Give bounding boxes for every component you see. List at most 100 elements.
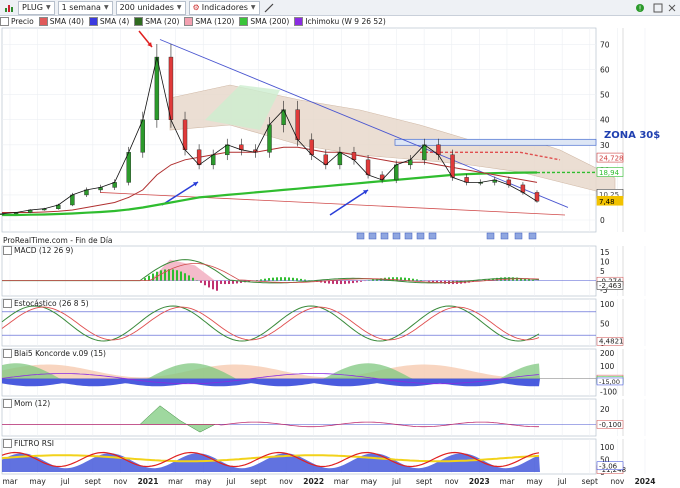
stoch-tick-label: 100 [600, 300, 615, 309]
macd-histogram-bar [352, 280, 354, 284]
rsi-tick-label: 100 [600, 443, 615, 452]
macd-tick-label: 10 [600, 258, 610, 267]
event-icon [404, 232, 413, 240]
x-tick-label: may [195, 477, 212, 486]
event-icon [380, 232, 389, 240]
macd-histogram-bar [272, 277, 274, 281]
x-tick-label: sept [416, 477, 432, 486]
macd-histogram-bar [328, 280, 330, 284]
macd-panel-title: MACD (12 26 9) [3, 246, 73, 255]
macd-histogram-bar [336, 280, 338, 285]
macd-histogram-bar [276, 277, 278, 281]
candle-body [534, 192, 540, 202]
candle-body [70, 194, 75, 206]
event-icon [500, 232, 509, 240]
x-tick-label: mar [499, 477, 515, 486]
candle-body [365, 159, 371, 176]
macd-histogram-bar [416, 279, 418, 281]
x-tick-label: 2023 [469, 477, 490, 486]
x-tick-label: jul [225, 477, 235, 486]
x-tick-label: nov [445, 477, 459, 486]
x-tick-label: sept [250, 477, 266, 486]
x-tick-label: sept [85, 477, 101, 486]
zona-rectangle [394, 138, 597, 146]
macd-histogram-bar [184, 273, 186, 281]
x-tick-label: mar [168, 477, 184, 486]
macd-histogram-bar [268, 278, 270, 281]
candle-body [267, 124, 272, 153]
stoch-title-text: Estocástico (26 8 5) [14, 299, 89, 308]
macd-histogram-bar [412, 278, 414, 281]
price-tag-label: 7,48 [599, 198, 615, 206]
koncorde-tick-label: 200 [600, 349, 615, 358]
macd-histogram-bar [356, 280, 358, 283]
price-tick-label: 0 [600, 216, 605, 225]
x-tick-label: mar [334, 477, 350, 486]
macd-histogram-bar [260, 279, 262, 281]
x-tick-label: nov [611, 477, 625, 486]
macd-histogram-bar [188, 275, 190, 281]
macd-histogram-bar [304, 279, 306, 281]
price-tag-label: 18,94 [599, 169, 620, 177]
x-tick-label: mar [3, 477, 19, 486]
macd-histogram-bar [160, 270, 162, 281]
rsi-tag-label: -3,06 [599, 462, 618, 470]
macd-histogram-bar [180, 271, 182, 281]
candle-body [168, 56, 174, 120]
macd-tick-label: 5 [600, 267, 605, 276]
macd-histogram-bar [332, 280, 334, 284]
macd-tag-label: -2,463 [599, 282, 622, 290]
macd-histogram-bar [420, 280, 422, 281]
macd-histogram-bar [212, 280, 214, 290]
price-tick-label: 40 [600, 116, 610, 125]
macd-histogram-bar [224, 280, 226, 285]
candle-body [154, 56, 160, 120]
macd-histogram-bar [288, 277, 290, 281]
macd-histogram-bar [228, 280, 230, 285]
mom-tag-label: -0,100 [599, 421, 622, 429]
macd-histogram-bar [280, 277, 282, 281]
macd-histogram-bar [176, 270, 178, 281]
macd-histogram-bar [284, 277, 286, 281]
event-icon [392, 232, 401, 240]
event-icon [514, 232, 523, 240]
macd-histogram-bar [172, 269, 174, 281]
macd-histogram-bar [532, 279, 534, 281]
macd-histogram-bar [164, 269, 166, 281]
x-tick-label: jul [60, 477, 70, 486]
macd-histogram-bar [264, 278, 266, 281]
macd-histogram-bar [300, 278, 302, 281]
macd-title-text: MACD (12 26 9) [14, 246, 74, 255]
macd-histogram-bar [232, 280, 234, 284]
koncorde-tag-label: -15,00 [599, 378, 620, 386]
macd-histogram-bar [216, 280, 218, 291]
candle-body [295, 109, 300, 140]
x-tick-label: jul [557, 477, 567, 486]
mom-panel-title: Mom (12) [3, 399, 50, 408]
candle-body [182, 119, 188, 151]
candle-body [422, 144, 427, 161]
macd-tick-label: 15 [600, 248, 610, 257]
macd-histogram-bar [428, 280, 430, 282]
stoch-panel-title: Estocástico (26 8 5) [3, 299, 89, 308]
koncorde-tick-label: -100 [600, 387, 617, 396]
x-tick-label: 2024 [635, 477, 656, 486]
candle-body [196, 149, 202, 166]
macd-histogram-bar [192, 277, 194, 281]
x-tick-label: 2021 [138, 477, 159, 486]
stoch-tag-label: 4,4821 [599, 338, 624, 346]
candle-body [210, 154, 216, 166]
mom-tick-label: 20 [600, 405, 610, 414]
candle-body [309, 139, 314, 156]
mom-title-text: Mom (12) [14, 399, 51, 408]
macd-histogram-bar [204, 280, 206, 286]
macd-histogram-bar [208, 280, 210, 288]
macd-histogram-bar [292, 277, 294, 281]
macd-histogram-bar [296, 278, 298, 281]
macd-histogram-bar [372, 279, 374, 281]
candle-body [337, 152, 343, 166]
koncorde-title-text: Blai5 Koncorde v.09 (15) [14, 349, 106, 358]
macd-histogram-bar [340, 280, 342, 285]
event-icon [416, 232, 425, 240]
event-icon [486, 232, 495, 240]
